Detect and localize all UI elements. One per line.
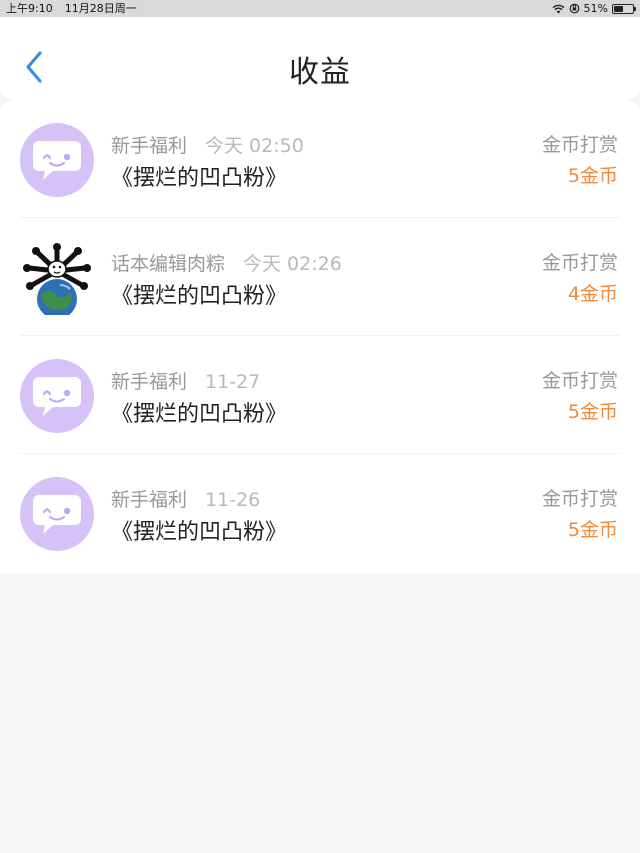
reward-type: 金币打赏 xyxy=(541,370,618,392)
battery-percent: 51% xyxy=(583,2,608,15)
reward-amount: 5金币 xyxy=(567,165,618,187)
record-time: 11-27 xyxy=(205,371,261,393)
wifi-icon xyxy=(552,4,565,13)
record-time: 今天 02:50 xyxy=(205,135,304,157)
sender-name: 新手福利 xyxy=(111,135,188,157)
reward-type: 金币打赏 xyxy=(541,252,618,274)
record-meta: 新手福利 11-26 xyxy=(111,485,260,512)
reward-amount: 5金币 xyxy=(567,401,618,423)
avatar xyxy=(20,477,94,551)
earning-record[interactable]: 新手福利 今天 02:50 《摆烂的凹凸粉》 金币打赏 5金币 xyxy=(0,100,640,218)
reward-amount: 5金币 xyxy=(567,519,618,541)
user-avatar-icon xyxy=(23,243,91,319)
sender-name: 新手福利 xyxy=(111,489,188,511)
status-right: 51% xyxy=(552,0,636,17)
work-title: 《摆烂的凹凸粉》 xyxy=(111,520,288,545)
earning-record[interactable]: 新手福利 11-27 《摆烂的凹凸粉》 金币打赏 5金币 xyxy=(0,336,640,454)
reward-amount: 4金币 xyxy=(567,283,618,305)
avatar xyxy=(20,123,94,197)
battery-icon xyxy=(612,3,636,14)
record-meta: 新手福利 今天 02:50 xyxy=(111,131,304,158)
work-title: 《摆烂的凹凸粉》 xyxy=(111,402,288,427)
record-time: 11-26 xyxy=(205,489,261,511)
reward-type: 金币打赏 xyxy=(541,134,618,156)
orientation-lock-icon xyxy=(569,3,579,14)
sender-name: 话本编辑肉粽 xyxy=(111,253,226,275)
avatar xyxy=(20,241,94,319)
chat-bubble-icon xyxy=(33,141,81,180)
record-meta: 新手福利 11-27 xyxy=(111,367,260,394)
chat-bubble-icon xyxy=(33,495,81,534)
chat-bubble-icon xyxy=(33,377,81,416)
work-title: 《摆烂的凹凸粉》 xyxy=(111,284,288,309)
page-title: 收益 xyxy=(289,55,351,90)
earning-record[interactable]: 新手福利 11-26 《摆烂的凹凸粉》 金币打赏 5金币 xyxy=(0,454,640,572)
record-meta: 话本编辑肉粽 今天 02:26 xyxy=(111,249,342,276)
status-left: 上午9:10 11月28日周一 xyxy=(6,0,137,17)
record-time: 今天 02:26 xyxy=(243,253,342,275)
battery-fill xyxy=(614,5,624,12)
status-date: 11月28日周一 xyxy=(64,2,137,15)
sender-name: 新手福利 xyxy=(111,371,188,393)
status-bar: 上午9:10 11月28日周一 51% xyxy=(0,0,640,17)
reward-type: 金币打赏 xyxy=(541,488,618,510)
status-time: 上午9:10 xyxy=(6,2,53,15)
work-title: 《摆烂的凹凸粉》 xyxy=(111,166,288,191)
nav-bar: 收益 xyxy=(0,17,640,100)
earning-record[interactable]: 话本编辑肉粽 今天 02:26 《摆烂的凹凸粉》 金币打赏 4金币 xyxy=(0,218,640,336)
earnings-list: 新手福利 今天 02:50 《摆烂的凹凸粉》 金币打赏 5金币 话本编辑肉粽 今… xyxy=(0,100,640,574)
avatar xyxy=(20,359,94,433)
